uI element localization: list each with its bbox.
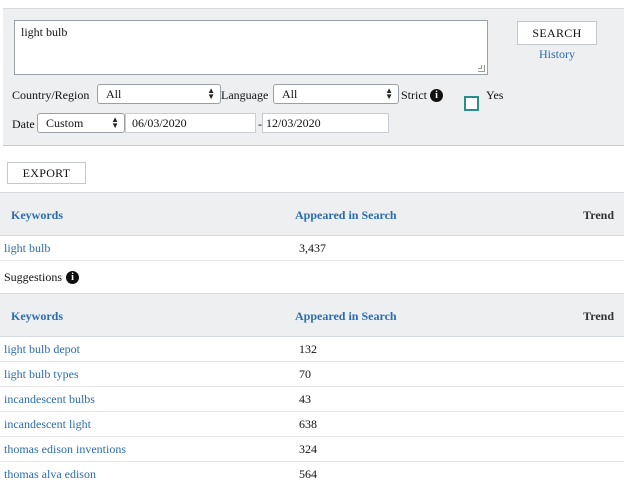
table-row: light bulb depot 132 (0, 337, 624, 362)
select-arrows-icon: ▲ ▼ (207, 86, 215, 101)
table-row: light bulb types 70 (0, 362, 624, 387)
table-row: incandescent light 638 (0, 412, 624, 437)
results-table-header: Keywords Appeared in Search Trend (0, 192, 624, 236)
table-row: thomas edison inventions 324 (0, 437, 624, 462)
date-from-input[interactable]: 06/03/2020 (125, 113, 256, 133)
country-region-select[interactable]: All ▲ ▼ (97, 84, 221, 104)
keyword-link[interactable]: incandescent bulbs (4, 392, 95, 407)
col-keywords[interactable]: Keywords (11, 208, 63, 223)
strict-checkbox[interactable] (464, 96, 479, 111)
select-arrows-icon: ▲ ▼ (111, 115, 119, 130)
strict-label-group: Strict i (401, 88, 443, 103)
col-trend: Trend (583, 309, 614, 323)
search-panel: light bulb SEARCH History Country/Region… (3, 8, 624, 146)
table-row: thomas alva edison 564 (0, 462, 624, 480)
info-icon[interactable]: i (66, 271, 80, 284)
select-arrows-icon: ▲ ▼ (385, 86, 393, 101)
keyword-link[interactable]: light bulb depot (4, 342, 80, 357)
suggestions-heading: Suggestions i (4, 270, 80, 285)
appeared-count: 638 (299, 417, 317, 431)
appeared-count: 3,437 (299, 241, 326, 255)
col-trend: Trend (583, 208, 614, 222)
keyword-link[interactable]: thomas edison inventions (4, 442, 126, 457)
export-button[interactable]: EXPORT (7, 162, 86, 184)
date-range-select[interactable]: Custom ▲ ▼ (37, 113, 125, 133)
keyword-link[interactable]: incandescent light (4, 417, 91, 432)
keyword-link[interactable]: thomas alva edison (4, 467, 96, 480)
keyword-link[interactable]: light bulb (4, 241, 50, 256)
col-keywords[interactable]: Keywords (11, 309, 63, 324)
col-appeared-in-search[interactable]: Appeared in Search (295, 208, 397, 223)
appeared-count: 132 (299, 342, 317, 356)
info-icon[interactable]: i (430, 89, 443, 102)
table-row: incandescent bulbs 43 (0, 387, 624, 412)
date-label: Date (12, 117, 35, 131)
resize-grip-icon[interactable] (478, 65, 485, 72)
search-textarea[interactable]: light bulb (14, 20, 488, 75)
appeared-count: 43 (299, 392, 311, 406)
keyword-link[interactable]: light bulb types (4, 367, 79, 382)
language-select[interactable]: All ▲ ▼ (273, 84, 399, 104)
strict-label: Strict (401, 88, 427, 102)
search-button[interactable]: SEARCH (517, 21, 597, 45)
language-label: Language (221, 88, 269, 102)
suggestions-label: Suggestions (4, 270, 63, 284)
yes-label: Yes (486, 88, 504, 102)
search-query-text: light bulb (21, 25, 68, 39)
language-value: All (282, 86, 298, 101)
suggestions-table-header: Keywords Appeared in Search Trend (0, 293, 624, 337)
appeared-count: 564 (299, 467, 317, 480)
history-link[interactable]: History (517, 47, 597, 62)
table-row: light bulb 3,437 (0, 236, 624, 261)
col-appeared-in-search[interactable]: Appeared in Search (295, 309, 397, 324)
country-region-value: All (106, 86, 122, 101)
country-region-label: Country/Region (12, 88, 90, 102)
appeared-count: 70 (299, 367, 311, 381)
date-range-value: Custom (46, 115, 84, 130)
appeared-count: 324 (299, 442, 317, 456)
date-to-input[interactable]: 12/03/2020 (262, 113, 389, 133)
